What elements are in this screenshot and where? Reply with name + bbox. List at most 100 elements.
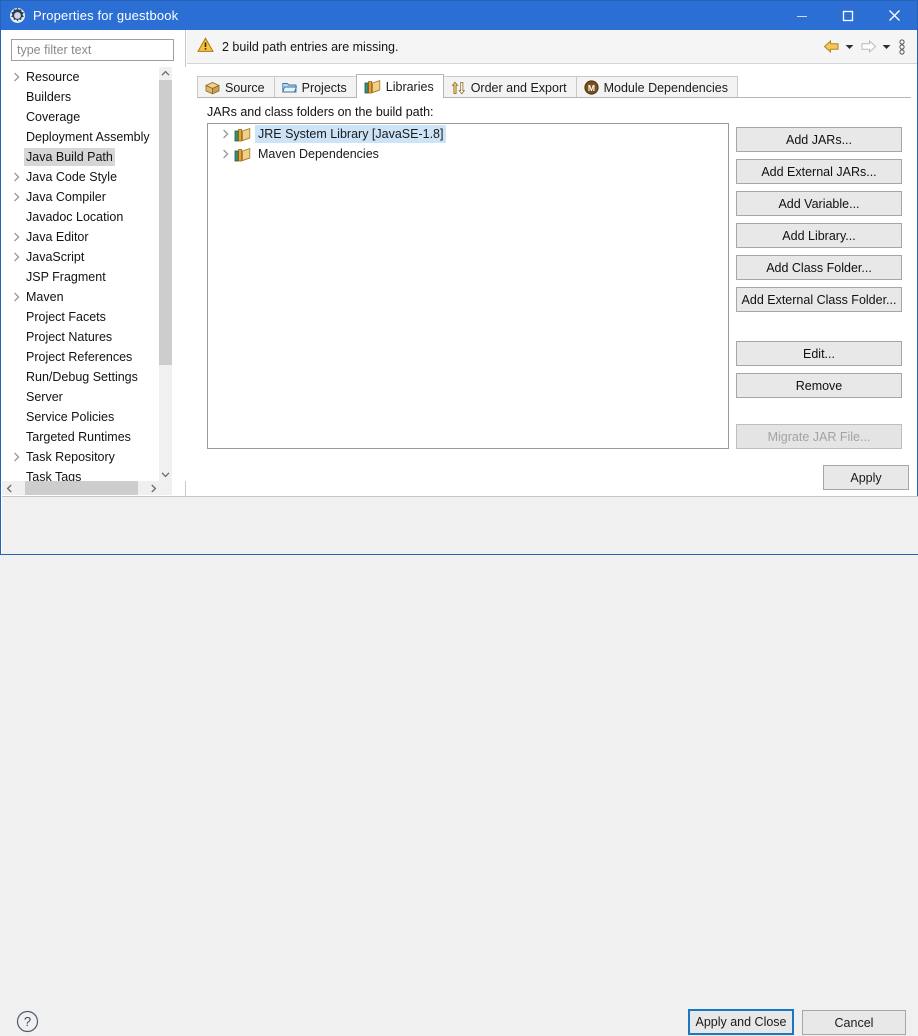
sidebar-item-label: Maven xyxy=(26,290,64,304)
sidebar-item-run-debug-settings[interactable]: Run/Debug Settings xyxy=(2,367,165,387)
forward-icon[interactable] xyxy=(858,36,878,58)
chevron-right-icon[interactable] xyxy=(10,167,24,187)
back-dropdown-icon[interactable] xyxy=(843,36,856,58)
tab-label: Libraries xyxy=(385,79,434,94)
button-group-gap xyxy=(736,405,902,424)
tab-label: Module Dependencies xyxy=(603,80,728,95)
list-label: JARs and class folders on the build path… xyxy=(207,105,434,119)
tab-label: Source xyxy=(225,80,265,95)
sidebar-scroll-thumb[interactable] xyxy=(159,80,172,365)
scroll-down-button[interactable] xyxy=(159,468,172,481)
page-navigation xyxy=(821,36,909,58)
filter-placeholder: type filter text xyxy=(17,43,92,57)
chevron-right-icon[interactable] xyxy=(10,227,24,247)
order-arrows-icon xyxy=(451,81,466,95)
svg-text:M: M xyxy=(588,83,595,93)
tab-projects[interactable]: Projects xyxy=(273,76,357,98)
tab-libraries[interactable]: Libraries xyxy=(355,74,444,98)
add-external-class-folder-button[interactable]: Add External Class Folder... xyxy=(736,287,902,312)
sidebar-item-project-natures[interactable]: Project Natures xyxy=(2,327,165,347)
cancel-button[interactable]: Cancel xyxy=(802,1010,906,1035)
view-menu-icon[interactable] xyxy=(895,36,909,58)
tab-strip: Source Projects Libraries Order and Export M… xyxy=(197,74,911,98)
close-button[interactable] xyxy=(871,1,917,30)
sidebar-item-java-build-path[interactable]: Java Build Path xyxy=(2,147,165,167)
sidebar-item-coverage[interactable]: Coverage xyxy=(2,107,165,127)
settings-sidebar: type filter text Resource Builders Coverag… xyxy=(2,30,186,496)
chevron-right-icon[interactable] xyxy=(10,247,24,267)
scroll-up-button[interactable] xyxy=(159,67,172,80)
minimize-button[interactable] xyxy=(779,1,825,30)
sidebar-item-resource[interactable]: Resource xyxy=(2,67,165,87)
sidebar-item-project-references[interactable]: Project References xyxy=(2,347,165,367)
add-class-folder-button[interactable]: Add Class Folder... xyxy=(736,255,902,280)
list-item[interactable]: Maven Dependencies xyxy=(208,144,728,164)
tab-order-and-export[interactable]: Order and Export xyxy=(442,76,577,98)
forward-dropdown-icon[interactable] xyxy=(880,36,893,58)
sidebar-item-label: Targeted Runtimes xyxy=(26,430,131,444)
sidebar-item-java-compiler[interactable]: Java Compiler xyxy=(2,187,165,207)
sidebar-item-java-editor[interactable]: Java Editor xyxy=(2,227,165,247)
scroll-left-button[interactable] xyxy=(2,481,16,495)
list-item-label: JRE System Library [JavaSE-1.8] xyxy=(255,125,447,143)
add-jars-button[interactable]: Add JARs... xyxy=(736,127,902,152)
tab-source[interactable]: Source xyxy=(197,76,275,98)
sidebar-item-label: Project Natures xyxy=(26,330,113,344)
remove-button[interactable]: Remove xyxy=(736,373,902,398)
help-icon[interactable]: ? xyxy=(16,1010,39,1036)
chevron-right-icon[interactable] xyxy=(218,124,234,144)
edit-button[interactable]: Edit... xyxy=(736,341,902,366)
build-path-list[interactable]: JRE System Library [JavaSE-1.8] Maven Dep… xyxy=(207,123,729,449)
scroll-right-button[interactable] xyxy=(146,481,160,495)
sidebar-item-label: JavaScript xyxy=(26,250,85,264)
sidebar-item-label: Task Tags xyxy=(26,470,82,481)
sidebar-item-project-facets[interactable]: Project Facets xyxy=(2,307,165,327)
sidebar-item-label: Project References xyxy=(26,350,133,364)
sidebar-item-label: Task Repository xyxy=(26,450,115,464)
warning-icon xyxy=(197,37,214,56)
chevron-right-icon[interactable] xyxy=(10,67,24,87)
sidebar-hscroll-thumb[interactable] xyxy=(25,481,138,495)
sidebar-vertical-scrollbar[interactable] xyxy=(159,67,172,481)
sidebar-item-java-code-style[interactable]: Java Code Style xyxy=(2,167,165,187)
sidebar-item-javadoc-location[interactable]: Javadoc Location xyxy=(2,207,165,227)
filter-input[interactable]: type filter text xyxy=(11,39,174,61)
sidebar-item-service-policies[interactable]: Service Policies xyxy=(2,407,165,427)
sidebar-item-jsp-fragment[interactable]: JSP Fragment xyxy=(2,267,165,287)
sidebar-item-targeted-runtimes[interactable]: Targeted Runtimes xyxy=(2,427,165,447)
add-library-button[interactable]: Add Library... xyxy=(736,223,902,248)
apply-button[interactable]: Apply xyxy=(823,465,909,490)
chevron-right-icon[interactable] xyxy=(10,287,24,307)
svg-text:?: ? xyxy=(24,1014,31,1029)
sidebar-item-deployment-assembly[interactable]: Deployment Assembly xyxy=(2,127,165,147)
button-group-gap xyxy=(736,319,902,341)
chevron-right-icon[interactable] xyxy=(218,144,234,164)
chevron-right-icon[interactable] xyxy=(10,187,24,207)
apply-and-close-button[interactable]: Apply and Close xyxy=(688,1009,794,1035)
sidebar-item-builders[interactable]: Builders xyxy=(2,87,165,107)
module-icon: M xyxy=(583,80,599,95)
back-icon[interactable] xyxy=(821,36,841,58)
tab-module-dependencies[interactable]: M Module Dependencies xyxy=(575,76,738,98)
list-item[interactable]: JRE System Library [JavaSE-1.8] xyxy=(208,124,728,144)
library-actions: Add JARs... Add External JARs... Add Varia… xyxy=(736,127,902,456)
sidebar-item-javascript[interactable]: JavaScript xyxy=(2,247,165,267)
maximize-button[interactable] xyxy=(825,1,871,30)
sidebar-horizontal-scrollbar[interactable] xyxy=(2,481,172,495)
sidebar-item-label: Builders xyxy=(26,90,72,104)
chevron-right-icon[interactable] xyxy=(10,447,24,467)
sidebar-item-server[interactable]: Server xyxy=(2,387,165,407)
add-variable-button[interactable]: Add Variable... xyxy=(736,191,902,216)
sidebar-item-label: Coverage xyxy=(26,110,81,124)
sidebar-item-maven[interactable]: Maven xyxy=(2,287,165,307)
add-external-jars-button[interactable]: Add External JARs... xyxy=(736,159,902,184)
title-bar: Properties for guestbook xyxy=(1,1,917,30)
tab-underline xyxy=(197,97,911,98)
sidebar-item-task-tags[interactable]: Task Tags xyxy=(2,467,165,481)
sidebar-item-task-repository[interactable]: Task Repository xyxy=(2,447,165,467)
